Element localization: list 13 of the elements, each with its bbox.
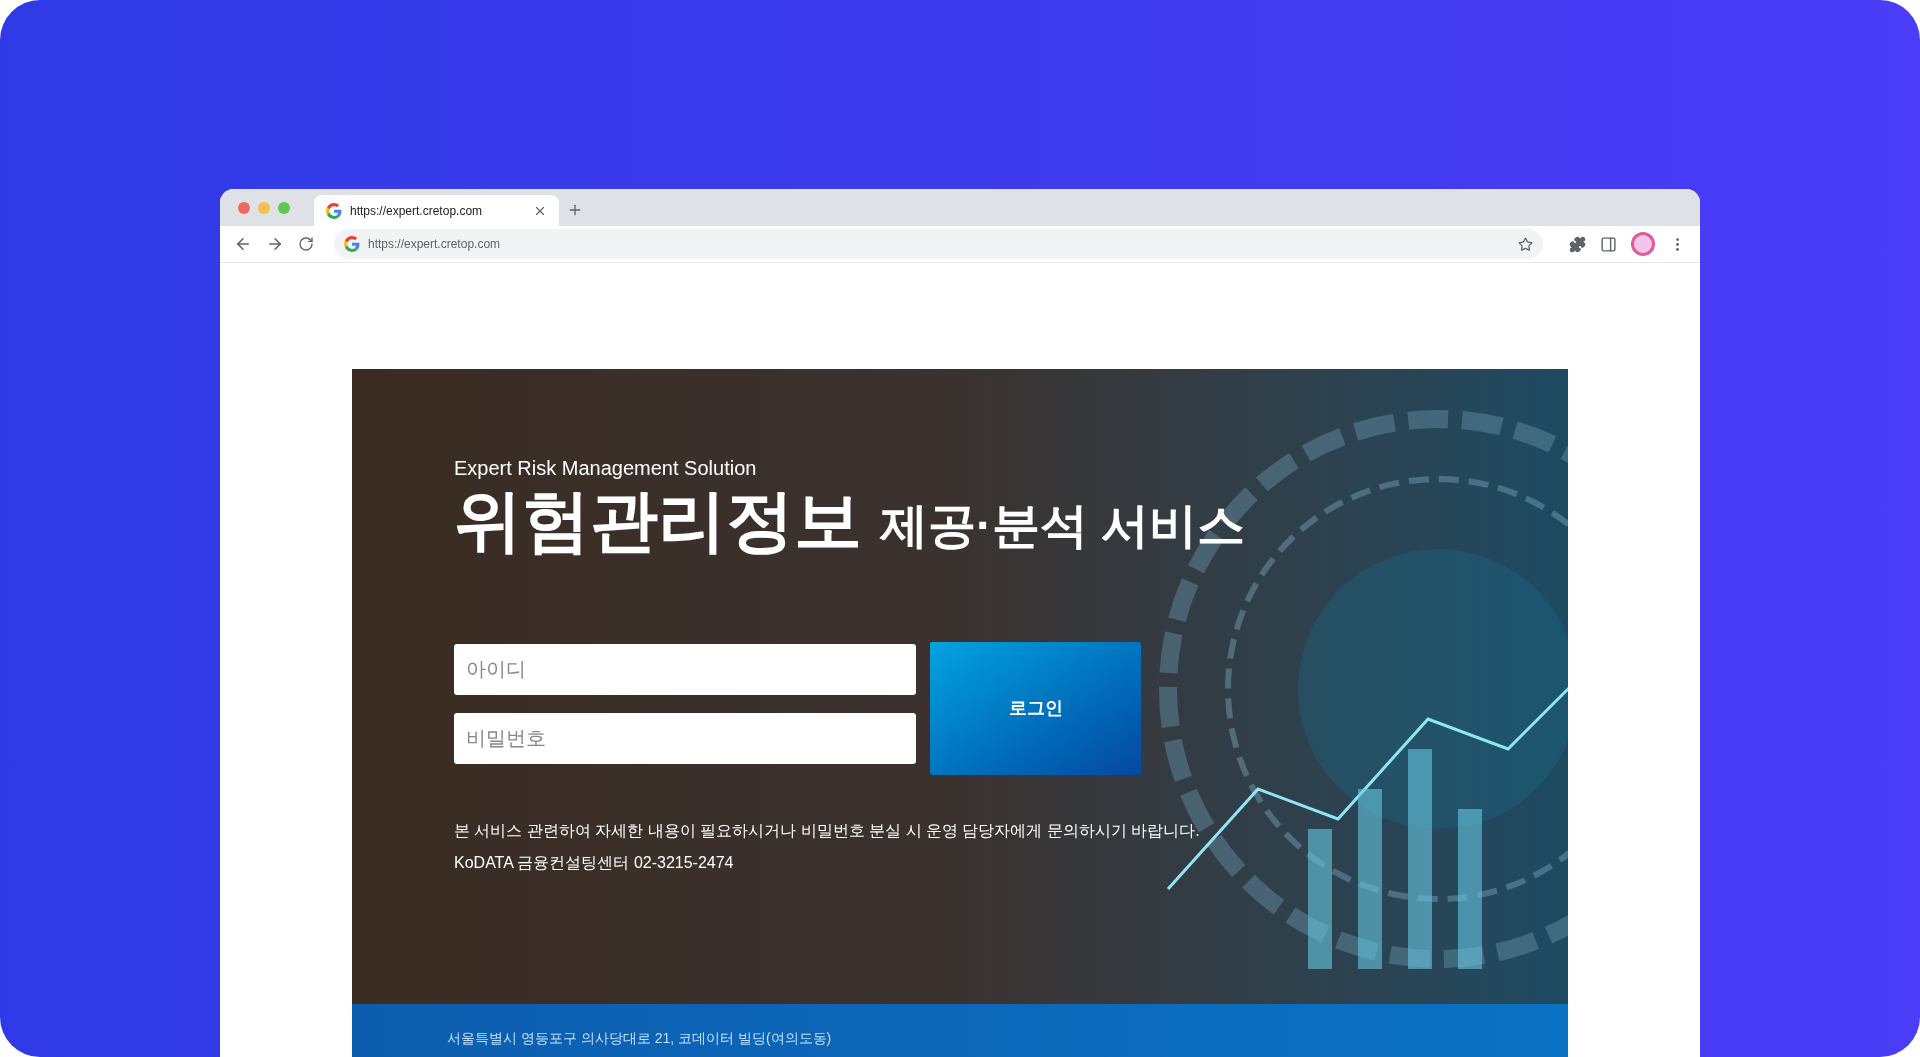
address-bar[interactable]: https://expert.cretop.com xyxy=(334,229,1543,259)
notice-text: 본 서비스 관련하여 자세한 내용이 필요하시거나 비밀번호 분실 시 운영 담당자에게 문의하시기 바랍니다. xyxy=(454,821,1201,841)
password-input-field[interactable]: 비밀번호 xyxy=(454,713,916,764)
hero-title-suffix: 제공·분석 서비스 xyxy=(880,498,1246,554)
hero-subtitle: Expert Risk Management Solution xyxy=(454,456,758,480)
hero-title: 위험관리정보 xyxy=(454,482,862,558)
id-input-field[interactable]: 아이디 xyxy=(454,644,916,695)
notice-text: KoDATA 금융컨설팅센터 02-3215-2474 xyxy=(454,853,735,873)
login-button[interactable]: 로그인 xyxy=(930,642,1141,775)
browser-tab[interactable]: https://expert.cretop.com xyxy=(314,195,559,226)
tab-title: https://expert.cretop.com xyxy=(350,202,484,220)
footer-address: 서울특별시 영등포구 의사당대로 21, 코데이터 빌딩(여의도동) xyxy=(447,1030,832,1046)
address-text: https://expert.cretop.com xyxy=(368,236,502,253)
